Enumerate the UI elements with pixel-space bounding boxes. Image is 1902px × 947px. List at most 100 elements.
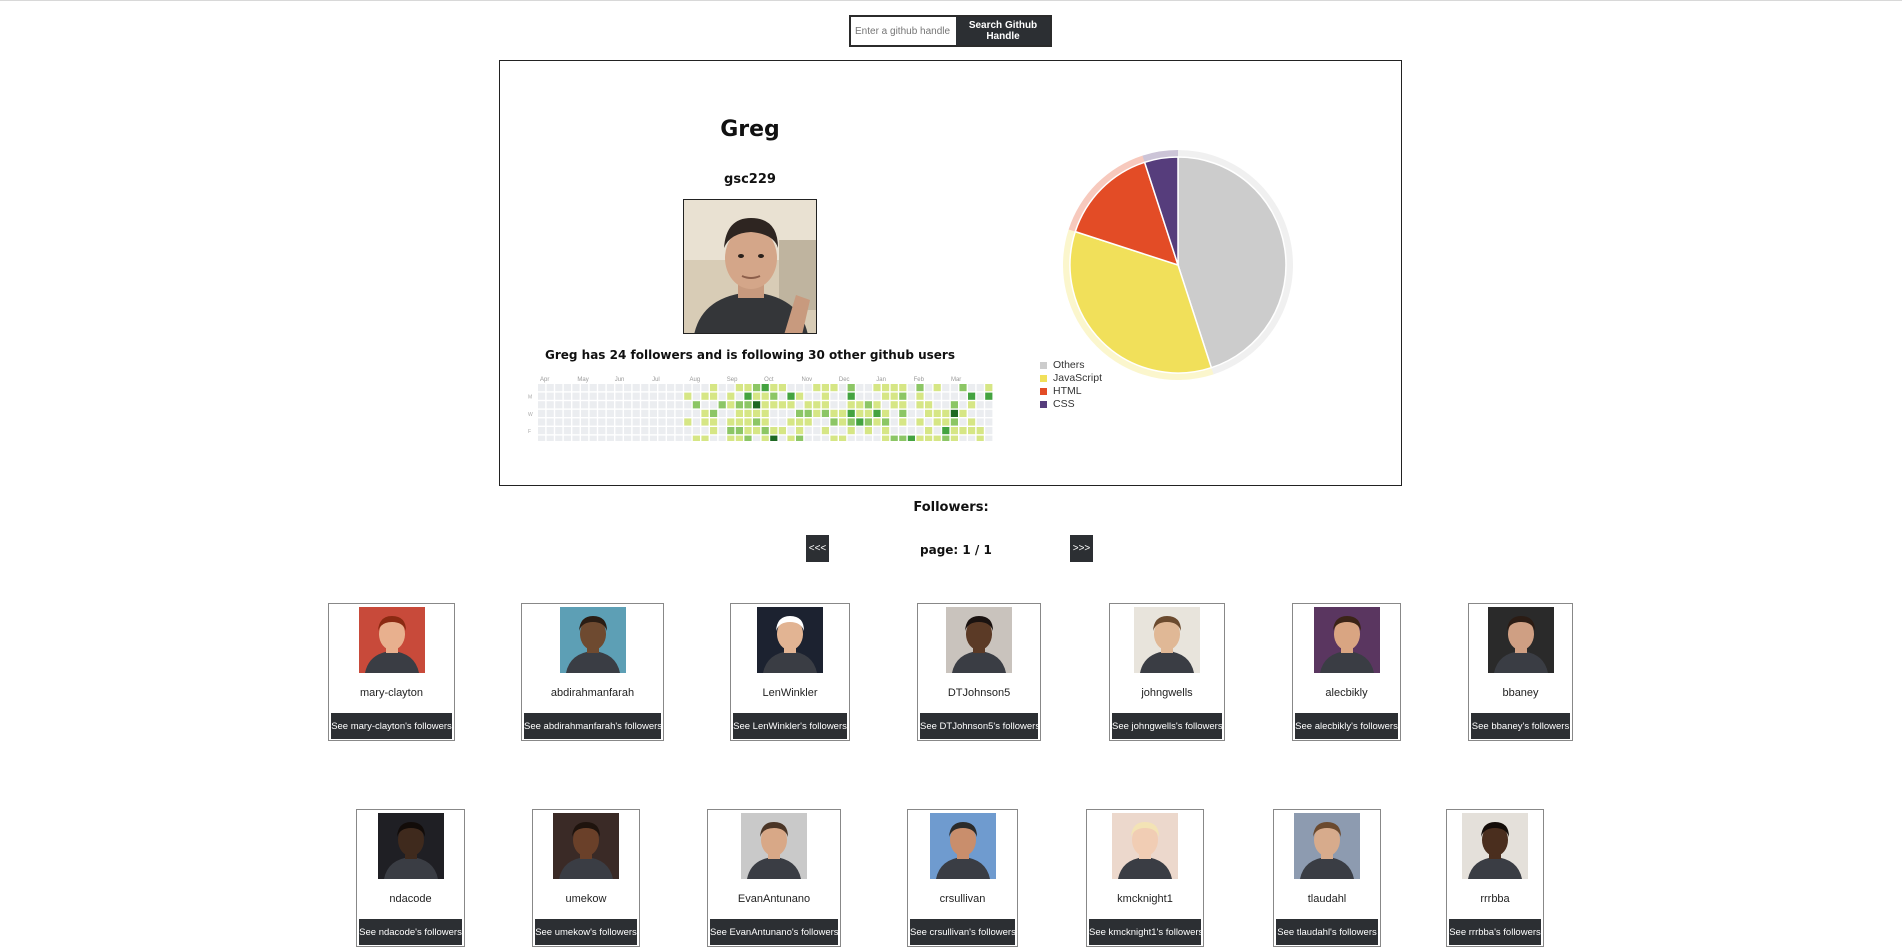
calendar-day-cell bbox=[968, 384, 976, 392]
follower-card: mary-clayton See mary-clayton's followers bbox=[328, 603, 455, 741]
follower-login[interactable]: alecbikly bbox=[1293, 687, 1400, 699]
calendar-day-cell bbox=[907, 427, 915, 435]
calendar-day-cell bbox=[684, 409, 692, 417]
calendar-day-cell bbox=[641, 435, 649, 443]
calendar-day-cell bbox=[563, 401, 571, 409]
calendar-day-cell bbox=[727, 384, 735, 392]
follower-avatar bbox=[1134, 607, 1200, 673]
calendar-day-cell bbox=[778, 409, 786, 417]
calendar-day-cell bbox=[985, 409, 993, 417]
calendar-day-cell bbox=[916, 409, 924, 417]
calendar-day-cell bbox=[839, 392, 847, 400]
person-photo-icon bbox=[560, 607, 626, 673]
calendar-day-cell bbox=[899, 384, 907, 392]
calendar-day-label: W bbox=[528, 412, 533, 418]
calendar-day-cell bbox=[658, 427, 666, 435]
follower-avatar bbox=[1294, 813, 1360, 879]
follower-login[interactable]: crsullivan bbox=[908, 893, 1017, 905]
calendar-day-cell bbox=[589, 435, 597, 443]
see-followers-button[interactable]: See ndacode's followers bbox=[359, 919, 462, 945]
follower-avatar bbox=[1462, 813, 1528, 879]
follower-login[interactable]: DTJohnson5 bbox=[918, 687, 1040, 699]
search-input[interactable] bbox=[851, 17, 956, 45]
see-followers-button[interactable]: See johngwells's followers bbox=[1112, 713, 1222, 739]
see-followers-button[interactable]: See DTJohnson5's followers bbox=[920, 713, 1038, 739]
follow-summary: Greg has 24 followers and is following 3… bbox=[544, 348, 955, 362]
see-followers-button[interactable]: See abdirahmanfarah's followers bbox=[524, 713, 661, 739]
calendar-day-cell bbox=[701, 435, 709, 443]
calendar-day-cell bbox=[753, 418, 761, 426]
follower-login[interactable]: johngwells bbox=[1110, 687, 1224, 699]
calendar-day-cell bbox=[615, 401, 623, 409]
calendar-day-cell bbox=[847, 401, 855, 409]
calendar-day-cell bbox=[796, 427, 804, 435]
calendar-day-cell bbox=[649, 392, 657, 400]
person-photo-icon bbox=[359, 607, 425, 673]
follower-login[interactable]: umekow bbox=[533, 893, 639, 905]
follower-login[interactable]: rrrbba bbox=[1447, 893, 1543, 905]
follower-login[interactable]: EvanAntunano bbox=[708, 893, 840, 905]
calendar-day-cell bbox=[675, 427, 683, 435]
follower-login[interactable]: kmcknight1 bbox=[1087, 893, 1203, 905]
calendar-day-cell bbox=[684, 418, 692, 426]
calendar-day-cell bbox=[804, 418, 812, 426]
calendar-day-cell bbox=[890, 384, 898, 392]
calendar-day-cell bbox=[744, 409, 752, 417]
profile-name: Greg bbox=[720, 117, 780, 142]
legend-item: CSS bbox=[1040, 398, 1102, 411]
calendar-day-cell bbox=[821, 392, 829, 400]
calendar-day-cell bbox=[589, 401, 597, 409]
follower-login[interactable]: bbaney bbox=[1469, 687, 1572, 699]
legend-item: HTML bbox=[1040, 385, 1102, 398]
calendar-month-label: Aug bbox=[689, 377, 700, 383]
calendar-day-cell bbox=[710, 392, 718, 400]
calendar-day-cell bbox=[581, 409, 589, 417]
calendar-day-cell bbox=[624, 392, 632, 400]
see-followers-button[interactable]: See bbaney's followers bbox=[1471, 713, 1570, 739]
see-followers-button[interactable]: See LenWinkler's followers bbox=[733, 713, 847, 739]
calendar-day-cell bbox=[615, 409, 623, 417]
calendar-day-cell bbox=[589, 418, 597, 426]
calendar-day-cell bbox=[555, 401, 563, 409]
person-photo-icon bbox=[1294, 813, 1360, 879]
calendar-day-cell bbox=[821, 435, 829, 443]
calendar-day-cell bbox=[976, 392, 984, 400]
follower-login[interactable]: ndacode bbox=[357, 893, 464, 905]
see-followers-button[interactable]: See mary-clayton's followers bbox=[331, 713, 452, 739]
see-followers-button[interactable]: See kmcknight1's followers bbox=[1089, 919, 1201, 945]
see-followers-button[interactable]: See alecbikly's followers bbox=[1295, 713, 1398, 739]
follower-avatar bbox=[741, 813, 807, 879]
see-followers-button[interactable]: See rrrbba's followers bbox=[1449, 919, 1541, 945]
calendar-day-cell bbox=[555, 409, 563, 417]
calendar-day-cell bbox=[701, 392, 709, 400]
calendar-day-cell bbox=[873, 427, 881, 435]
person-photo-icon bbox=[741, 813, 807, 879]
see-followers-button[interactable]: See crsullivan's followers bbox=[910, 919, 1015, 945]
follower-card: tlaudahl See tlaudahl's followers bbox=[1273, 809, 1381, 947]
calendar-day-cell bbox=[787, 401, 795, 409]
next-page-button[interactable]: >>> bbox=[1070, 535, 1093, 562]
see-followers-button[interactable]: See umekow's followers bbox=[535, 919, 637, 945]
see-followers-button[interactable]: See EvanAntunano's followers bbox=[710, 919, 838, 945]
follower-login[interactable]: tlaudahl bbox=[1274, 893, 1380, 905]
follower-login[interactable]: mary-clayton bbox=[329, 687, 454, 699]
follower-card: LenWinkler See LenWinkler's followers bbox=[730, 603, 850, 741]
calendar-day-cell bbox=[581, 392, 589, 400]
calendar-day-cell bbox=[727, 435, 735, 443]
calendar-day-cell bbox=[538, 392, 546, 400]
calendar-month-label: Sep bbox=[727, 377, 738, 383]
calendar-day-cell bbox=[538, 435, 546, 443]
calendar-day-cell bbox=[735, 435, 743, 443]
prev-page-button[interactable]: <<< bbox=[806, 535, 829, 562]
follower-login[interactable]: abdirahmanfarah bbox=[522, 687, 663, 699]
search-button[interactable]: Search Github Handle bbox=[956, 17, 1050, 45]
follower-login[interactable]: LenWinkler bbox=[731, 687, 849, 699]
calendar-day-cell bbox=[632, 392, 640, 400]
calendar-day-cell bbox=[753, 401, 761, 409]
follower-card: johngwells See johngwells's followers bbox=[1109, 603, 1225, 741]
calendar-day-cell bbox=[907, 409, 915, 417]
calendar-day-cell bbox=[968, 392, 976, 400]
calendar-day-cell bbox=[770, 409, 778, 417]
legend-label: HTML bbox=[1053, 385, 1082, 397]
see-followers-button[interactable]: See tlaudahl's followers bbox=[1276, 919, 1378, 945]
